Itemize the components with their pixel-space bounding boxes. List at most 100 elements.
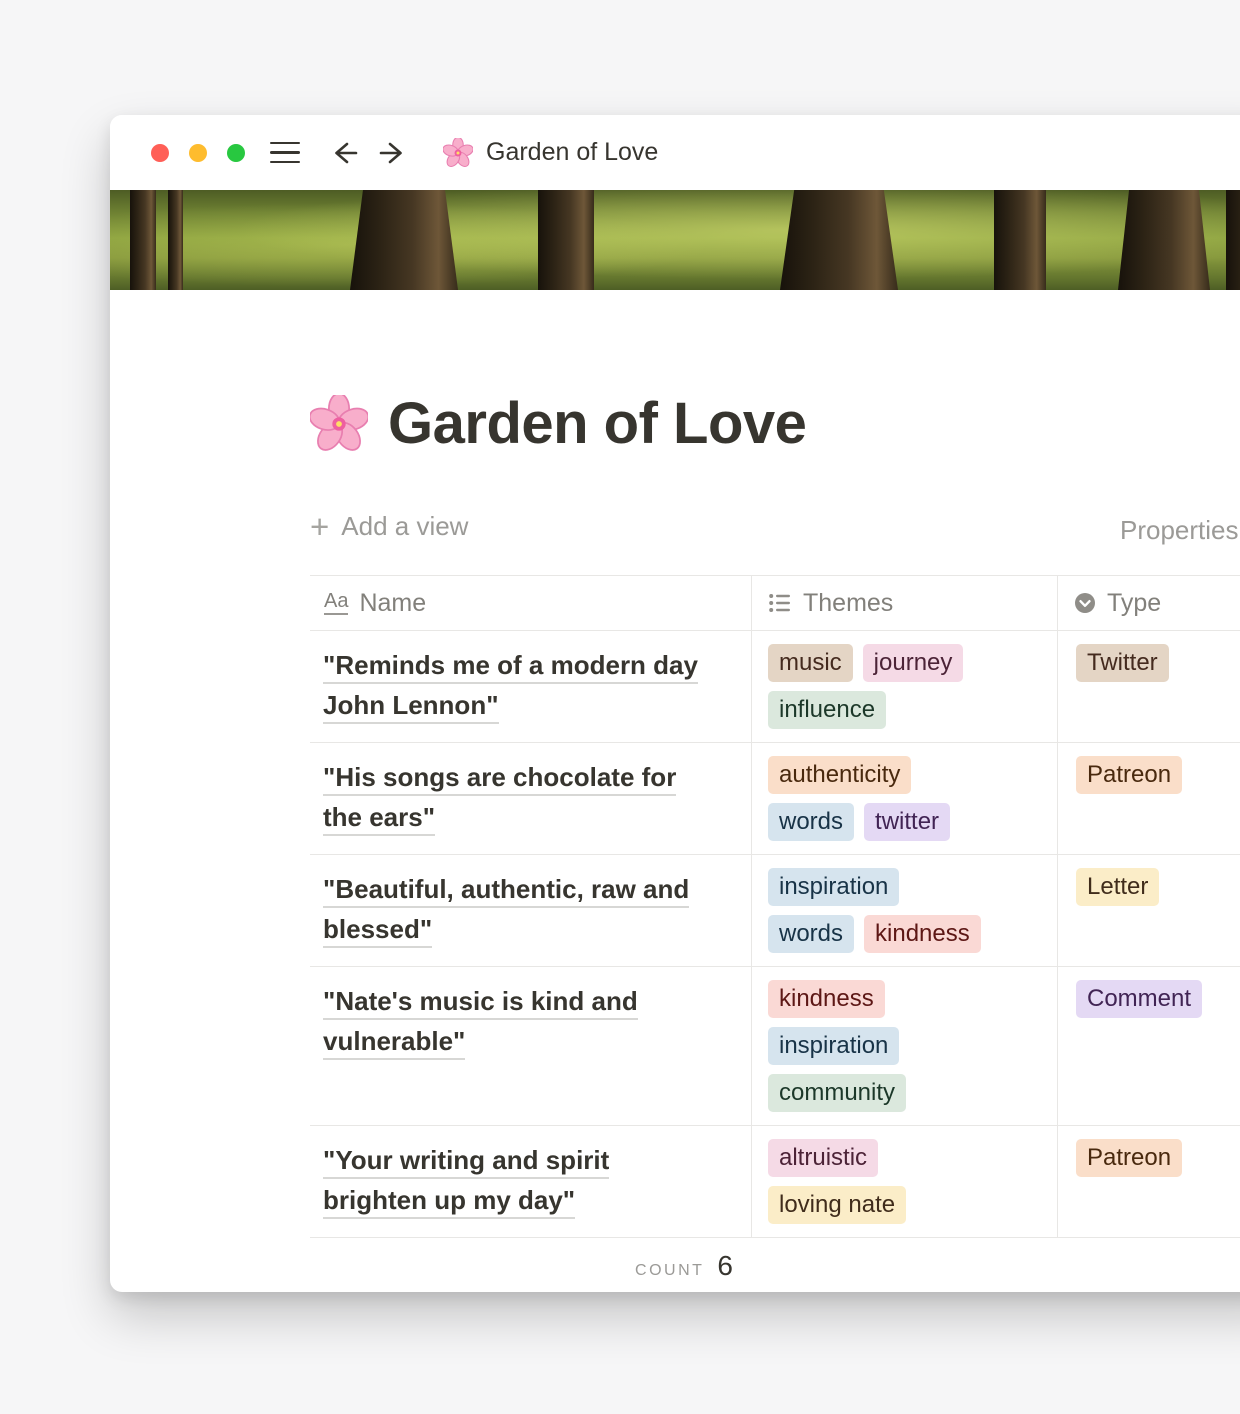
theme-tag: words	[768, 803, 854, 841]
back-icon[interactable]	[327, 136, 361, 170]
type-tag: Patreon	[1076, 1139, 1182, 1177]
themes-cell[interactable]: authenticity words twitter	[752, 743, 1058, 854]
type-tag: Twitter	[1076, 644, 1169, 682]
row-title-text: "Reminds me of a modern day	[323, 645, 711, 685]
titlebar: Garden of Love	[110, 115, 1240, 190]
plus-icon: +	[310, 512, 329, 542]
theme-tag-line: kindness	[768, 980, 885, 1018]
count-footer[interactable]: COUNT 6	[310, 1250, 1058, 1282]
theme-tag: loving nate	[768, 1186, 906, 1224]
cover-image	[110, 190, 1240, 290]
tree-trunk	[1118, 190, 1210, 290]
add-view-label: Add a view	[341, 511, 468, 542]
theme-tag: kindness	[864, 915, 981, 953]
column-header-themes[interactable]: Themes	[752, 576, 1058, 630]
name-cell[interactable]: "Nate's music is kind andvulnerable"	[310, 967, 752, 1125]
row-title-text: "Your writing and spirit	[323, 1140, 711, 1180]
type-cell[interactable]: Patreon	[1058, 743, 1240, 854]
type-tag: Comment	[1076, 980, 1202, 1018]
themes-cell[interactable]: altruistic loving nate	[752, 1126, 1058, 1237]
close-button[interactable]	[151, 144, 169, 162]
count-label: COUNT	[635, 1262, 704, 1280]
view-controls: + Add a view Properties	[310, 511, 1240, 553]
desktop-background: Garden of Love	[0, 0, 1240, 1414]
app-window: Garden of Love	[110, 115, 1240, 1292]
count-value: 6	[717, 1250, 733, 1282]
theme-tag-line: authenticity	[768, 756, 911, 794]
table-row: "Your writing and spiritbrighten up my d…	[310, 1126, 1240, 1238]
theme-tag: inspiration	[768, 1027, 899, 1065]
window-controls	[151, 144, 245, 162]
name-cell[interactable]: "Reminds me of a modern dayJohn Lennon"	[310, 631, 752, 742]
forward-icon[interactable]	[376, 136, 410, 170]
theme-tag: community	[768, 1074, 906, 1112]
table-row: "Beautiful, authentic, raw andblessed" i…	[310, 855, 1240, 967]
tree-trunk	[538, 190, 594, 290]
column-header-name[interactable]: Aa Name	[310, 576, 752, 630]
zoom-button[interactable]	[227, 144, 245, 162]
row-title-text: "His songs are chocolate for	[323, 757, 711, 797]
row-title-text: brighten up my day"	[323, 1180, 711, 1220]
table-header-row: Aa Name Themes	[310, 575, 1240, 631]
tree-trunk	[130, 190, 156, 290]
minimize-button[interactable]	[189, 144, 207, 162]
add-view-button[interactable]: + Add a view	[310, 511, 468, 542]
sidebar-menu-icon[interactable]	[270, 142, 300, 164]
row-title-text: blessed"	[323, 909, 711, 949]
themes-cell[interactable]: inspiration words kindness	[752, 855, 1058, 966]
theme-tag: journey	[863, 644, 964, 682]
theme-tag: words	[768, 915, 854, 953]
theme-tag-line: words twitter	[768, 803, 950, 841]
type-cell[interactable]: Twitter	[1058, 631, 1240, 742]
tree-trunk	[350, 190, 458, 290]
table-row: "Nate's music is kind andvulnerable" kin…	[310, 967, 1240, 1126]
theme-tag: authenticity	[768, 756, 911, 794]
themes-cell[interactable]: kindness inspiration community	[752, 967, 1058, 1125]
theme-tag: kindness	[768, 980, 885, 1018]
column-label: Name	[359, 589, 426, 618]
type-cell[interactable]: Letter	[1058, 855, 1240, 966]
row-title-text: "Nate's music is kind and	[323, 981, 711, 1021]
page-title: Garden of Love	[388, 390, 806, 457]
theme-tag-line: inspiration	[768, 1027, 899, 1065]
row-title-text: John Lennon"	[323, 685, 711, 725]
tree-trunk	[780, 190, 898, 290]
name-cell[interactable]: "Beautiful, authentic, raw andblessed"	[310, 855, 752, 966]
column-label: Themes	[803, 589, 893, 618]
theme-tag-line: inspiration	[768, 868, 899, 906]
theme-tag-line: altruistic	[768, 1139, 878, 1177]
tree-trunk	[1226, 190, 1240, 290]
column-label: Type	[1107, 589, 1161, 618]
properties-button[interactable]: Properties	[1120, 515, 1239, 546]
tree-trunk	[994, 190, 1046, 290]
themes-cell[interactable]: music journey influence	[752, 631, 1058, 742]
table-body: "Reminds me of a modern dayJohn Lennon" …	[310, 631, 1240, 1238]
name-cell[interactable]: "His songs are chocolate forthe ears"	[310, 743, 752, 854]
row-title-text: the ears"	[323, 797, 711, 837]
table-row: "Reminds me of a modern dayJohn Lennon" …	[310, 631, 1240, 743]
theme-tag: twitter	[864, 803, 950, 841]
theme-tag: music	[768, 644, 853, 682]
theme-tag-line: words kindness	[768, 915, 981, 953]
table-row: "His songs are chocolate forthe ears" au…	[310, 743, 1240, 855]
row-title-text: vulnerable"	[323, 1021, 711, 1061]
cherry-blossom-icon	[443, 138, 473, 168]
tree-trunk	[168, 190, 183, 290]
page-emoji-cherry-blossom-icon	[310, 395, 368, 453]
theme-tag: influence	[768, 691, 886, 729]
database-table: Aa Name Themes	[310, 575, 1240, 1238]
row-title-text: "Beautiful, authentic, raw and	[323, 869, 711, 909]
select-dropdown-icon	[1074, 592, 1096, 614]
name-cell[interactable]: "Your writing and spiritbrighten up my d…	[310, 1126, 752, 1237]
theme-tag: inspiration	[768, 868, 899, 906]
type-cell[interactable]: Comment	[1058, 967, 1240, 1125]
type-cell[interactable]: Patreon	[1058, 1126, 1240, 1237]
type-tag: Patreon	[1076, 756, 1182, 794]
multi-select-list-icon	[768, 591, 792, 615]
page-header: Garden of Love	[310, 390, 1240, 457]
column-header-type[interactable]: Type	[1058, 576, 1240, 630]
window-title: Garden of Love	[486, 138, 658, 167]
title-property-icon: Aa	[324, 591, 348, 615]
theme-tag-line: loving nate	[768, 1186, 906, 1224]
type-tag: Letter	[1076, 868, 1159, 906]
